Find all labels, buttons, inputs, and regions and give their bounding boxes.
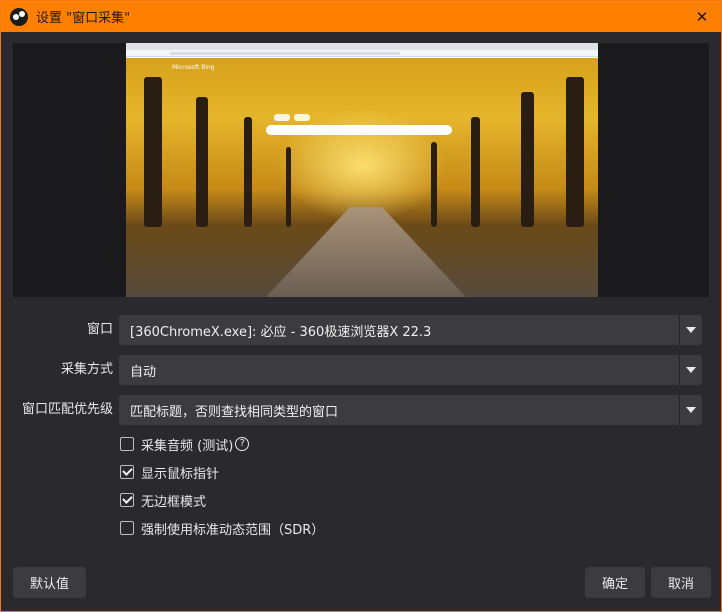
chevron-down-icon[interactable]: [679, 315, 702, 345]
capture-audio-option[interactable]: 采集音频 (测试) ?: [120, 435, 250, 454]
window-select-value: [360ChromeX.exe]: 必应 - 360极速浏览器X 22.3: [130, 324, 432, 340]
borderless-option[interactable]: 无边框模式: [120, 491, 207, 510]
capture-method-value: 自动: [130, 364, 157, 380]
browser-address-bar: [126, 50, 598, 57]
capture-method-select[interactable]: 自动: [119, 355, 702, 385]
match-priority-label: 窗口匹配优先级: [21, 402, 113, 417]
bing-search-box: [266, 125, 452, 135]
tree-trunk: [244, 117, 252, 227]
window-label: 窗口: [86, 322, 113, 337]
force-sdr-label: 强制使用标准动态范围（SDR）: [141, 522, 325, 538]
browser-tab-strip: [126, 43, 598, 50]
settings-dialog: 设置 "窗口采集" ✕ Microsoft Bing 窗口 [360Chrome…: [0, 0, 722, 612]
window-row: 窗口 [360ChromeX.exe]: 必应 - 360极速浏览器X 22.3: [1, 315, 722, 345]
bing-brand-text: Microsoft Bing: [172, 64, 215, 71]
title-bar: 设置 "窗口采集" ✕: [1, 1, 721, 32]
show-cursor-label: 显示鼠标指针: [141, 466, 220, 482]
window-select[interactable]: [360ChromeX.exe]: 必应 - 360极速浏览器X 22.3: [119, 315, 702, 345]
chevron-down-icon[interactable]: [679, 355, 702, 385]
tree-trunk: [286, 147, 291, 227]
tree-trunk: [471, 117, 480, 227]
match-priority-select[interactable]: 匹配标题，否则查找相同类型的窗口: [119, 395, 702, 425]
dialog-title: 设置 "窗口采集": [36, 11, 131, 26]
help-icon[interactable]: ?: [235, 437, 250, 451]
tree-trunk: [431, 142, 437, 227]
show-cursor-option[interactable]: 显示鼠标指针: [120, 463, 220, 482]
cancel-button[interactable]: 取消: [651, 567, 711, 598]
match-priority-value: 匹配标题，否则查找相同类型的窗口: [130, 404, 339, 420]
obs-icon: [10, 7, 28, 26]
capture-audio-label: 采集音频 (测试): [141, 438, 234, 454]
tree-trunk: [521, 92, 534, 227]
tree-trunk: [196, 97, 208, 227]
capture-method-row: 采集方式 自动: [1, 355, 722, 385]
bing-chip: [294, 114, 310, 121]
autumn-park-scene: Microsoft Bing: [126, 58, 598, 297]
force-sdr-checkbox[interactable]: [120, 521, 134, 535]
tree-trunk: [566, 77, 584, 227]
force-sdr-option[interactable]: 强制使用标准动态范围（SDR）: [120, 519, 325, 538]
preview-capture-image: Microsoft Bing: [126, 43, 598, 297]
borderless-label: 无边框模式: [141, 494, 207, 510]
bing-chip: [274, 114, 290, 121]
ok-button[interactable]: 确定: [585, 567, 645, 598]
capture-audio-checkbox[interactable]: [120, 437, 134, 451]
chevron-down-icon[interactable]: [679, 395, 702, 425]
defaults-button[interactable]: 默认值: [13, 567, 86, 598]
borderless-checkbox[interactable]: [120, 493, 134, 507]
source-preview: Microsoft Bing: [13, 43, 709, 297]
tree-trunk: [144, 77, 162, 227]
capture-method-label: 采集方式: [60, 362, 113, 377]
match-priority-row: 窗口匹配优先级 匹配标题，否则查找相同类型的窗口: [1, 395, 722, 425]
close-icon[interactable]: ✕: [691, 6, 713, 28]
show-cursor-checkbox[interactable]: [120, 465, 134, 479]
